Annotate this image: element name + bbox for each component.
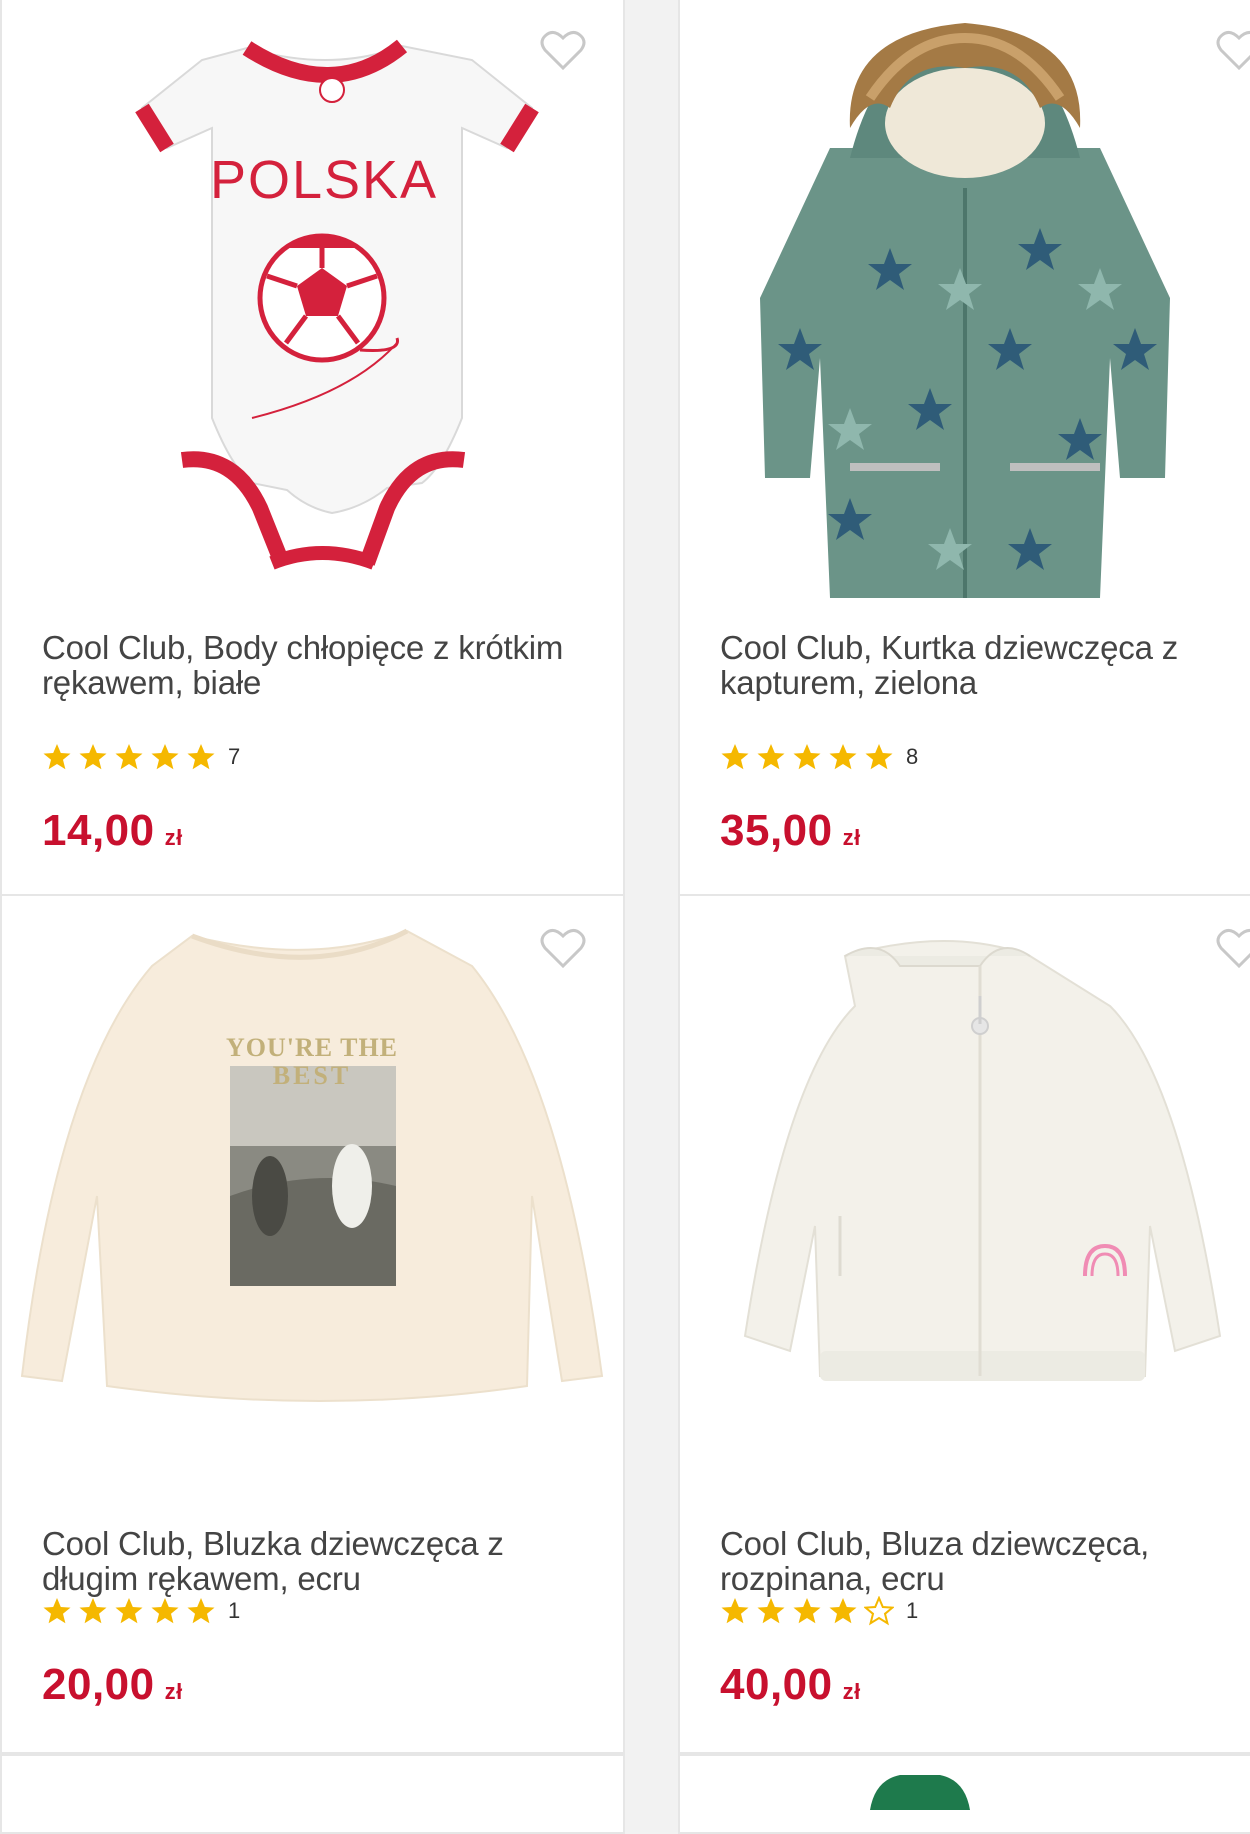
review-count: 1 [228, 1598, 241, 1623]
product-card[interactable]: Cool Club, Kurtka dziewczęca z kapturem,… [678, 0, 1250, 896]
product-title[interactable]: Cool Club, Kurtka dziewczęca z kapturem,… [720, 630, 1236, 700]
product-title[interactable]: Cool Club, Body chłopięce z krótkim ręka… [42, 630, 583, 700]
star-filled-icon [43, 1598, 71, 1624]
star-filled-icon [151, 744, 179, 770]
review-count: 8 [906, 744, 919, 769]
price-currency: zł [842, 825, 861, 850]
heart-icon[interactable] [539, 926, 587, 970]
star-filled-icon [43, 744, 71, 770]
product-image-longsleeve[interactable]: YOU'RE THE BEST [2, 896, 625, 1506]
product-title[interactable]: Cool Club, Bluzka dziewczęca z długim rę… [42, 1526, 583, 1596]
star-filled-icon [115, 1598, 143, 1624]
star-filled-icon [829, 1598, 857, 1624]
review-count: 1 [906, 1598, 919, 1623]
heart-icon[interactable] [1215, 28, 1250, 72]
svg-text:POLSKA: POLSKA [210, 150, 438, 210]
product-card[interactable]: POLSKA Cool Club, Body chłopięce z krótk… [0, 0, 625, 896]
rating-stars: 8 [720, 742, 918, 772]
price-currency: zł [164, 825, 183, 850]
star-filled-icon [79, 1598, 107, 1624]
product-price: 20,00 zł [42, 1660, 183, 1710]
price-value: 14,00 [42, 806, 155, 855]
star-filled-icon [79, 744, 107, 770]
star-filled-icon [865, 744, 893, 770]
product-price: 40,00 zł [720, 1660, 861, 1710]
product-image-fleece-jacket[interactable] [680, 896, 1250, 1506]
product-price: 35,00 zł [720, 806, 861, 856]
product-title[interactable]: Cool Club, Bluza dziewczęca, rozpinana, … [720, 1526, 1236, 1596]
star-filled-icon [187, 1598, 215, 1624]
svg-text:BEST: BEST [273, 1061, 352, 1090]
star-filled-icon [829, 744, 857, 770]
star-filled-icon [757, 744, 785, 770]
star-filled-icon [187, 744, 215, 770]
price-currency: zł [842, 1679, 861, 1704]
price-value: 40,00 [720, 1660, 833, 1709]
heart-icon[interactable] [1215, 926, 1250, 970]
product-image-bodysuit[interactable]: POLSKA [2, 0, 625, 608]
rating-stars: 1 [42, 1596, 240, 1626]
product-price: 14,00 zł [42, 806, 183, 856]
product-grid: POLSKA Cool Club, Body chłopięce z krótk… [0, 0, 1250, 1834]
rating-stars: 1 [720, 1596, 918, 1626]
product-card[interactable]: YOU'RE THE BEST Cool Club, Bluzka dziewc… [0, 894, 625, 1754]
svg-text:YOU'RE THE: YOU'RE THE [226, 1033, 398, 1062]
star-filled-icon [151, 1598, 179, 1624]
rating-stars: 7 [42, 742, 240, 772]
star-filled-icon [721, 744, 749, 770]
price-value: 20,00 [42, 1660, 155, 1709]
heart-icon[interactable] [539, 28, 587, 72]
star-filled-icon [757, 1598, 785, 1624]
product-image-partial [870, 1775, 970, 1810]
star-filled-icon [793, 744, 821, 770]
review-count: 7 [228, 744, 241, 769]
star-filled-icon [721, 1598, 749, 1624]
product-card[interactable]: Cool Club, Bluza dziewczęca, rozpinana, … [678, 894, 1250, 1754]
star-filled-icon [115, 744, 143, 770]
product-card-partial[interactable] [0, 1754, 625, 1834]
price-currency: zł [164, 1679, 183, 1704]
price-value: 35,00 [720, 806, 833, 855]
star-filled-icon [793, 1598, 821, 1624]
star-empty-icon [864, 1596, 894, 1626]
product-image-parka[interactable] [680, 0, 1250, 608]
product-card-partial[interactable] [678, 1754, 1250, 1834]
